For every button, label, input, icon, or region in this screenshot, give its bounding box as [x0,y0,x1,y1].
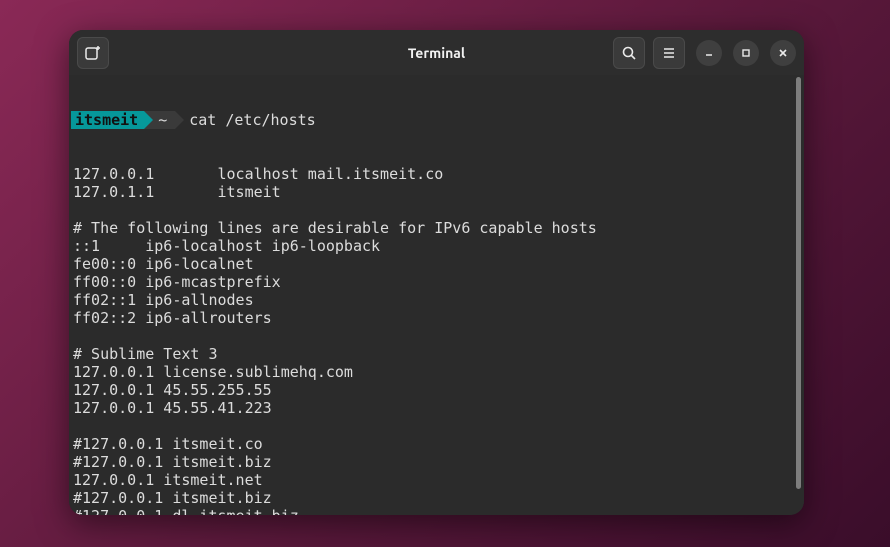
maximize-icon [740,47,752,59]
search-icon [621,45,637,61]
titlebar-left [77,37,109,69]
terminal-content: itsmeit ~ cat /etc/hosts 127.0.0.1 local… [69,75,804,515]
close-icon [777,47,789,59]
output-line: ff00::0 ip6-mcastprefix [71,273,804,291]
output-line [71,327,804,345]
window-title: Terminal [408,45,465,61]
output-line: ff02::1 ip6-allnodes [71,291,804,309]
prompt-line: itsmeit ~ cat /etc/hosts [71,111,804,129]
output-line: # The following lines are desirable for … [71,219,804,237]
prompt-host: itsmeit [71,111,144,129]
maximize-button[interactable] [733,40,759,66]
output-line: ff02::2 ip6-allrouters [71,309,804,327]
titlebar: Terminal [69,30,804,75]
minimize-button[interactable] [696,40,722,66]
terminal-area[interactable]: itsmeit ~ cat /etc/hosts 127.0.0.1 local… [69,75,804,515]
search-button[interactable] [613,37,645,69]
output-line: 127.0.0.1 itsmeit.net [71,471,804,489]
output-line: #127.0.0.1 itsmeit.biz [71,489,804,507]
output-line: #127.0.0.1 dl.itsmeit.biz [71,507,804,515]
hamburger-icon [661,45,677,61]
output-line: fe00::0 ip6-localnet [71,255,804,273]
output-line: ::1 ip6-localhost ip6-loopback [71,237,804,255]
close-button[interactable] [770,40,796,66]
scrollbar[interactable] [796,77,801,489]
titlebar-right [613,37,796,69]
output-line: 127.0.0.1 45.55.255.55 [71,381,804,399]
output-line: #127.0.0.1 itsmeit.co [71,435,804,453]
minimize-icon [703,47,715,59]
output-line: 127.0.0.1 localhost mail.itsmeit.co [71,165,804,183]
output-line: 127.0.0.1 license.sublimehq.com [71,363,804,381]
output-line: # Sublime Text 3 [71,345,804,363]
output-line [71,201,804,219]
command-text: cat /etc/hosts [189,111,315,129]
new-tab-button[interactable] [77,37,109,69]
new-tab-icon [84,44,102,62]
output-line: 127.0.1.1 itsmeit [71,183,804,201]
output-line [71,417,804,435]
output-line: 127.0.0.1 45.55.41.223 [71,399,804,417]
output-line: #127.0.0.1 itsmeit.biz [71,453,804,471]
menu-button[interactable] [653,37,685,69]
terminal-window: Terminal [69,30,804,515]
output-container: 127.0.0.1 localhost mail.itsmeit.co127.0… [71,165,804,515]
